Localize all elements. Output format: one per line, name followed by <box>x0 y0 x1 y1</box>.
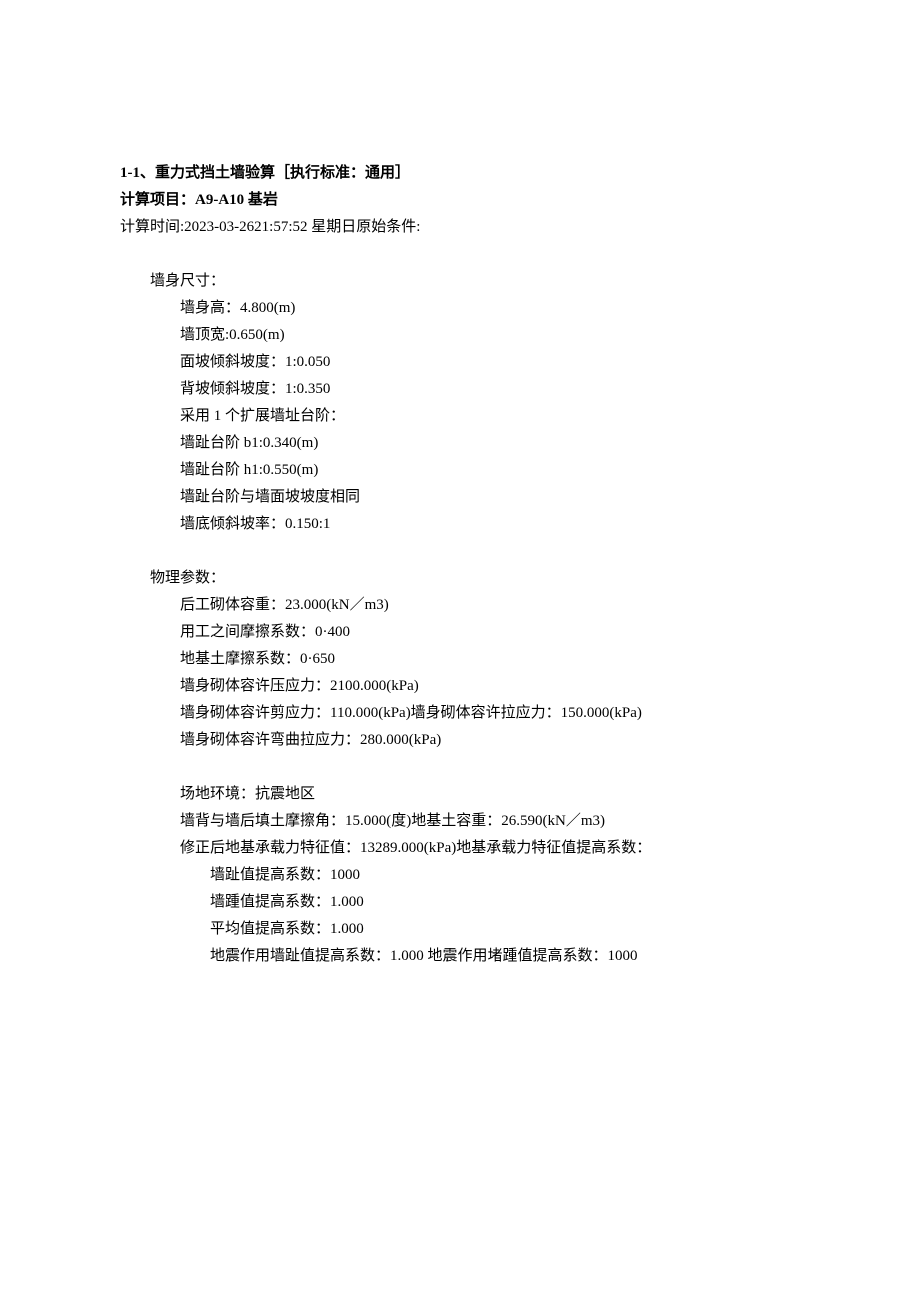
site-bearing: 修正后地基承载力特征值：13289.000(kPa)地基承载力特征值提高系数： <box>120 835 800 862</box>
site-env: 场地环境：抗震地区 <box>120 781 800 808</box>
site-avg-factor: 平均值提高系数：1.000 <box>120 916 800 943</box>
title-line-1: 1-1、重力式挡土墙验算［执行标准：通用］ <box>120 160 800 187</box>
step-h1: 墙趾台阶 h1:0.550(m) <box>120 457 800 484</box>
wall-top-width: 墙顶宽:0.650(m) <box>120 322 800 349</box>
document-page: 1-1、重力式挡土墙验算［执行标准：通用］ 计算项目：A9-A10 基岩 计算时… <box>0 0 920 1301</box>
blank-spacer <box>120 538 800 565</box>
phys-soil-friction: 地基土摩擦系数：0·650 <box>120 646 800 673</box>
phys-compress: 墙身砌体容许压应力：2100.000(kPa) <box>120 673 800 700</box>
phys-heading: 物理参数： <box>120 565 800 592</box>
step-b1: 墙趾台阶 b1:0.340(m) <box>120 430 800 457</box>
phys-bending: 墙身砌体容许弯曲拉应力：280.000(kPa) <box>120 727 800 754</box>
wall-height: 墙身高：4.800(m) <box>120 295 800 322</box>
back-slope: 背坡倾斜坡度：1:0.350 <box>120 376 800 403</box>
calc-time-line: 计算时间:2023-03-2621:57:52 星期日原始条件: <box>120 214 800 241</box>
site-seismic-factor: 地震作用墙趾值提高系数：1.000 地震作用堵踵值提高系数：1000 <box>120 943 800 970</box>
step-slope: 墙趾台阶与墙面坡坡度相同 <box>120 484 800 511</box>
face-slope: 面坡倾斜坡度：1:0.050 <box>120 349 800 376</box>
blank-spacer <box>120 754 800 781</box>
phys-shear-tension: 墙身砌体容许剪应力：110.000(kPa)墙身砌体容许拉应力：150.000(… <box>120 700 800 727</box>
wall-size-heading: 墙身尺寸： <box>120 268 800 295</box>
title-line-2: 计算项目：A9-A10 基岩 <box>120 187 800 214</box>
bottom-slope: 墙底倾斜坡率：0.150:1 <box>120 511 800 538</box>
site-friction-angle: 墙背与墙后填土摩擦角：15.000(度)地基土容重：26.590(kN／m3) <box>120 808 800 835</box>
site-toe-factor: 墙趾值提高系数：1000 <box>120 862 800 889</box>
blank-spacer <box>120 241 800 268</box>
step-use: 采用 1 个扩展墙址台阶： <box>120 403 800 430</box>
phys-friction-coef: 用工之间摩擦系数：0·400 <box>120 619 800 646</box>
phys-unit-weight: 后工砌体容重：23.000(kN／m3) <box>120 592 800 619</box>
site-heel-factor: 墙踵值提高系数：1.000 <box>120 889 800 916</box>
